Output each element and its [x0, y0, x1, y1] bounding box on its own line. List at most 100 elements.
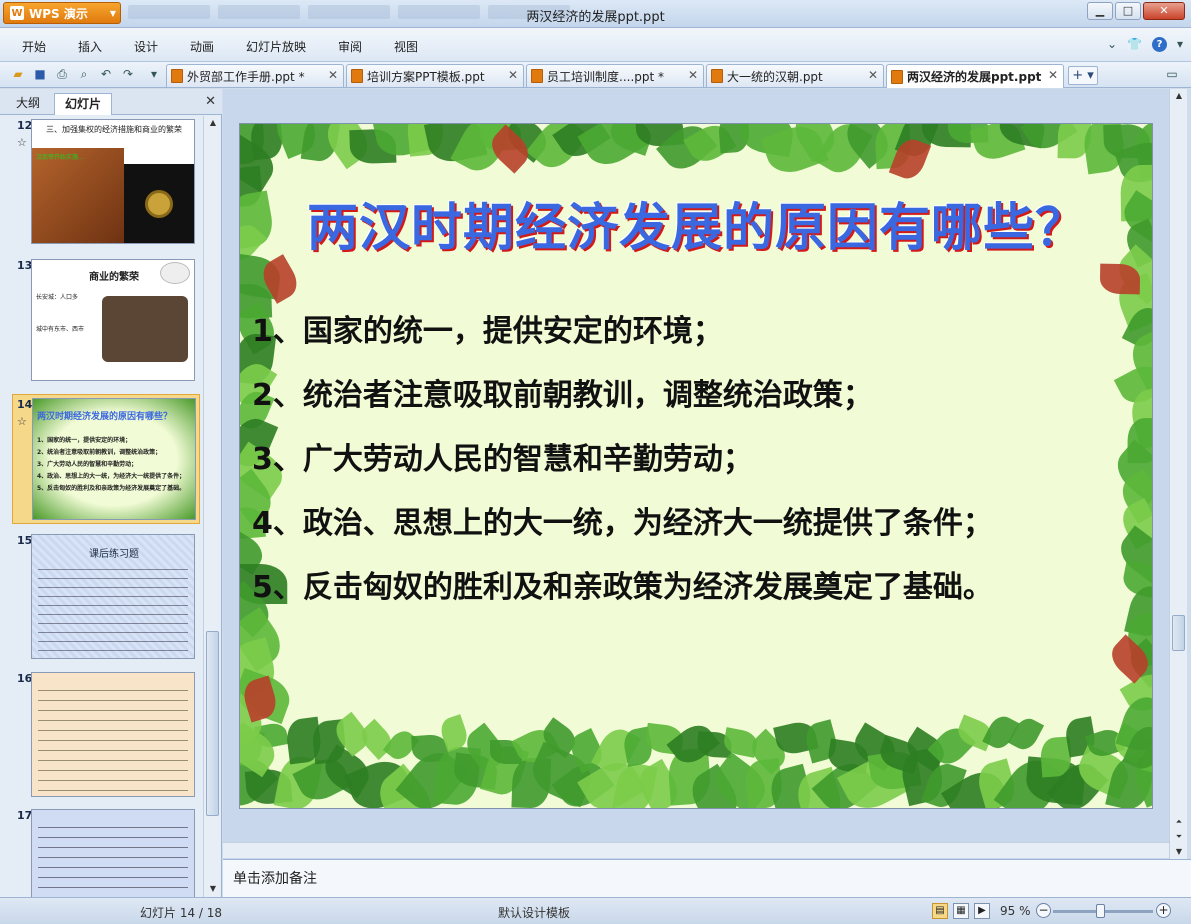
thumbnail-image: [31, 809, 195, 897]
animation-star-icon: ☆: [17, 136, 27, 149]
close-pane-icon[interactable]: ✕: [205, 94, 216, 109]
slideshow-icon[interactable]: ▶: [974, 903, 990, 919]
doc-tab-3[interactable]: 员工培训制度....ppt * ✕: [526, 64, 704, 87]
thumb-text: 汉武帝开始实施…: [36, 154, 85, 161]
slide-number: 14: [17, 398, 33, 411]
scrollbar-thumb[interactable]: [1172, 615, 1185, 651]
close-window-button[interactable]: ✕: [1143, 2, 1185, 20]
doc-tab-5-active[interactable]: 两汉经济的发展ppt.ppt ✕: [886, 64, 1064, 88]
open-folder-icon[interactable]: ▰: [10, 66, 26, 82]
customize-toolbar-icon[interactable]: ▾: [146, 66, 162, 82]
menu-home[interactable]: 开始: [22, 38, 46, 55]
zoom-level: 95 %: [1000, 904, 1031, 918]
title-bar: W WPS 演示 ▼ 两汉经济的发展ppt.ppt ▁ □ ✕: [0, 0, 1191, 28]
print-preview-icon[interactable]: ⌕: [76, 66, 92, 82]
tab-slides[interactable]: 幻灯片: [54, 93, 113, 115]
menu-slideshow[interactable]: 幻灯片放映: [246, 38, 306, 55]
status-bar: 幻灯片 14 / 18 默认设计模板 ▤ ▦ ▶ 95 % − +: [0, 897, 1191, 924]
thumbnail-scrollbar[interactable]: ▲ ▼: [203, 116, 220, 897]
minimize-button[interactable]: ▁: [1087, 2, 1113, 20]
slide-thumbnail-list: 12 ☆ 三、加强集权的经济措施和商业的繁荣 汉武帝开始实施… 13 商业的繁荣…: [0, 116, 203, 897]
thumbnail-image: 两汉时期经济发展的原因有哪些？ 1、国家的统一，提供安定的环境； 2、统治者注意…: [32, 398, 196, 520]
thumb-title: 课后练习题: [89, 549, 139, 560]
doc-tab-1[interactable]: 外贸部工作手册.ppt * ✕: [166, 64, 344, 87]
thumb-bullet: 城中有东市、西市: [36, 326, 85, 333]
collapse-ribbon-icon[interactable]: ⌄: [1107, 37, 1117, 52]
window-controls: ▁ □ ✕: [1087, 2, 1185, 20]
slide-bullet-5[interactable]: 5、反击匈奴的胜利及和亲政策为经济发展奠定了基础。: [252, 562, 993, 606]
help-icon[interactable]: ?: [1151, 37, 1167, 52]
doc-tab-label: 员工培训制度....ppt *: [547, 69, 665, 84]
ppt-file-icon: [531, 69, 543, 83]
animation-star-icon: ☆: [17, 415, 27, 428]
slide-title[interactable]: 两汉时期经济发展的原因有哪些？: [240, 186, 1152, 260]
zoom-out-button[interactable]: −: [1036, 903, 1051, 918]
skin-shirt-icon[interactable]: 👕: [1127, 37, 1142, 52]
thumbnail-image: [31, 672, 195, 797]
tab-close-icon[interactable]: ✕: [1048, 68, 1058, 82]
new-tab-button[interactable]: + ▾: [1068, 66, 1098, 85]
thumb-title: 两汉时期经济发展的原因有哪些？: [37, 412, 173, 422]
slide-bullet-1[interactable]: 1、国家的统一，提供安定的环境；: [252, 306, 723, 350]
tab-close-icon[interactable]: ✕: [328, 68, 338, 82]
tab-close-icon[interactable]: ✕: [868, 68, 878, 82]
slides-pane: 大纲 幻灯片 ✕ 12 ☆ 三、加强集权的经济措施和商业的繁荣 汉武帝开始实施……: [0, 89, 222, 897]
help-dropdown-icon[interactable]: ▾: [1177, 37, 1183, 52]
tab-close-icon[interactable]: ✕: [688, 68, 698, 82]
template-name: 默认设计模板: [498, 906, 571, 920]
slide-thumb-17[interactable]: 17: [0, 806, 203, 897]
slide-thumb-12[interactable]: 12 ☆ 三、加强集权的经济措施和商业的繁荣 汉武帝开始实施…: [0, 116, 203, 251]
redo-icon[interactable]: ↷: [120, 66, 136, 82]
doc-tab-4[interactable]: 大一统的汉朝.ppt ✕: [706, 64, 884, 87]
slide-bullet-3[interactable]: 3、广大劳动人民的智慧和辛勤劳动；: [252, 434, 753, 478]
zoom-in-button[interactable]: +: [1156, 903, 1171, 918]
quick-toolbar: ▰ ■ ⎙ ⌕ ↶ ↷ ▾ 外贸部工作手册.ppt * ✕ 培训方案PPT模板.…: [0, 62, 1191, 88]
tab-list-icon[interactable]: ▭: [1164, 66, 1180, 82]
current-slide[interactable]: 两汉时期经济发展的原因有哪些？ 1、国家的统一，提供安定的环境； 2、统治者注意…: [239, 123, 1153, 809]
doc-tab-2[interactable]: 培训方案PPT模板.ppt ✕: [346, 64, 524, 87]
slide-bullet-4[interactable]: 4、政治、思想上的大一统，为经济大一统提供了条件；: [252, 498, 993, 542]
tab-outline[interactable]: 大纲: [6, 93, 50, 115]
scroll-down-icon[interactable]: ▼: [205, 882, 221, 896]
undo-icon[interactable]: ↶: [98, 66, 114, 82]
slide-thumb-16[interactable]: 16: [0, 669, 203, 804]
menu-review[interactable]: 审阅: [338, 38, 362, 55]
menu-animation[interactable]: 动画: [190, 38, 214, 55]
prev-page-icon[interactable]: ⏶: [1171, 815, 1187, 829]
thumbnail-image: 课后练习题: [31, 534, 195, 659]
slide-thumb-14-selected[interactable]: 14 ☆ 两汉时期经济发展的原因有哪些？ 1、国家的统一，提供安定的环境； 2、…: [12, 394, 200, 524]
notes-placeholder: 单击添加备注: [233, 871, 317, 887]
slide-sorter-icon[interactable]: ▦: [953, 903, 969, 919]
scroll-down-icon[interactable]: ▼: [1171, 845, 1187, 859]
slide-thumb-15[interactable]: 15 课后练习题: [0, 531, 203, 666]
slide-thumb-13[interactable]: 13 商业的繁荣 长安城：人口多 城中有东市、西市: [0, 256, 203, 386]
doc-tab-label: 大一统的汉朝.ppt: [727, 69, 823, 84]
ppt-file-icon: [351, 69, 363, 83]
scroll-up-icon[interactable]: ▲: [205, 116, 221, 130]
normal-view-icon[interactable]: ▤: [932, 903, 948, 919]
horizontal-scrollbar[interactable]: [223, 842, 1169, 858]
scroll-up-icon[interactable]: ▲: [1171, 89, 1187, 103]
window-title: 两汉经济的发展ppt.ppt: [526, 10, 665, 25]
menu-insert[interactable]: 插入: [78, 38, 102, 55]
menu-design[interactable]: 设计: [134, 38, 158, 55]
doc-tab-label: 外贸部工作手册.ppt *: [187, 69, 305, 84]
thumbnail-image: 三、加强集权的经济措施和商业的繁荣 汉武帝开始实施…: [31, 119, 195, 244]
zoom-slider-knob[interactable]: [1096, 904, 1105, 918]
save-icon[interactable]: ■: [32, 66, 48, 82]
scrollbar-thumb[interactable]: [206, 631, 219, 816]
notes-pane[interactable]: 单击添加备注: [223, 859, 1191, 897]
tab-close-icon[interactable]: ✕: [508, 68, 518, 82]
slide-canvas: 两汉时期经济发展的原因有哪些？ 1、国家的统一，提供安定的环境； 2、统治者注意…: [223, 89, 1169, 859]
maximize-button[interactable]: □: [1115, 2, 1141, 20]
menu-view[interactable]: 视图: [394, 38, 418, 55]
ribbon-menu-bar: 开始 插入 设计 动画 幻灯片放映 审阅 视图 ⌄ 👕 ? ▾: [0, 28, 1191, 62]
vertical-scrollbar[interactable]: ▲ ⏶ ⏷ ▼: [1169, 89, 1187, 859]
thumb-bullet: 长安城：人口多: [36, 294, 79, 301]
ppt-file-icon: [891, 69, 903, 84]
slide-bullet-2[interactable]: 2、统治者注意吸取前朝教训，调整统治政策；: [252, 370, 873, 414]
print-icon[interactable]: ⎙: [54, 66, 70, 82]
doc-tab-label: 培训方案PPT模板.ppt: [367, 69, 485, 84]
menu-right-controls: ⌄ 👕 ? ▾: [1107, 37, 1183, 52]
next-page-icon[interactable]: ⏷: [1171, 830, 1187, 844]
